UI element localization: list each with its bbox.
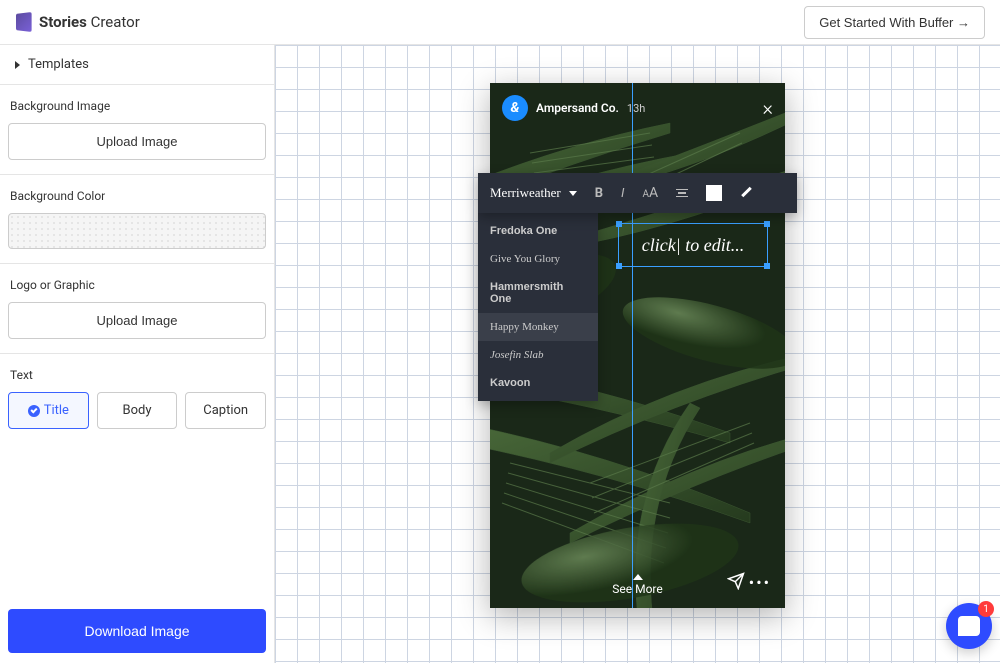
canvas-area[interactable]: & Ampersand Co. 13h × Merriweather B I A… <box>275 45 1000 663</box>
templates-label: Templates <box>28 57 89 72</box>
edit-placeholder: click| to edit... <box>642 235 744 256</box>
sidebar: Templates Background Image Upload Image … <box>0 45 275 663</box>
font-option[interactable]: Give You Glory <box>478 245 598 273</box>
download-image-button[interactable]: Download Image <box>8 609 266 653</box>
story-preview[interactable]: & Ampersand Co. 13h × Merriweather B I A… <box>490 83 785 608</box>
text-title-label: Title <box>44 403 69 418</box>
app-header: Stories Creator Get Started With Buffer … <box>0 0 1000 45</box>
get-started-button[interactable]: Get Started With Buffer → <box>804 6 985 39</box>
avatar: & <box>502 95 528 121</box>
italic-button[interactable]: I <box>621 186 624 201</box>
see-more-button[interactable]: See More <box>612 574 662 596</box>
font-size-button[interactable]: AA <box>642 185 658 201</box>
font-option[interactable]: Josefin Slab <box>478 341 598 369</box>
text-title-chip[interactable]: Title <box>8 392 89 429</box>
logo-text: Stories Creator <box>39 13 140 31</box>
upload-bg-image-button[interactable]: Upload Image <box>8 123 266 160</box>
font-option[interactable]: Happy Monkey <box>478 313 598 341</box>
chevron-down-icon <box>569 191 577 196</box>
background-color-section: Background Color <box>0 175 274 264</box>
logo-icon <box>16 12 32 32</box>
font-selector[interactable]: Merriweather <box>490 185 577 201</box>
text-caption-label: Caption <box>203 403 248 418</box>
logo-light: Creator <box>91 13 140 31</box>
account-name: Ampersand Co. <box>536 101 619 115</box>
close-icon[interactable]: × <box>763 96 773 120</box>
text-color-button[interactable] <box>706 185 722 201</box>
bg-color-label: Background Color <box>8 189 266 203</box>
resize-handle[interactable] <box>616 263 622 269</box>
bg-color-picker[interactable] <box>8 213 266 249</box>
chat-widget[interactable]: 1 <box>946 603 992 649</box>
font-option[interactable]: Fredoka One <box>478 217 598 245</box>
chevron-right-icon <box>15 61 20 69</box>
font-option[interactable]: Kavoon <box>478 369 598 397</box>
story-header: & Ampersand Co. 13h × <box>490 83 785 133</box>
pencil-icon[interactable] <box>740 186 754 200</box>
logo-strong: Stories <box>39 13 87 31</box>
logo-section: Logo or Graphic Upload Image <box>0 264 274 354</box>
chat-bubble-icon <box>958 616 980 636</box>
logo-label: Logo or Graphic <box>8 278 266 292</box>
bg-image-label: Background Image <box>8 99 266 113</box>
bold-button[interactable]: B <box>595 186 603 201</box>
text-section: Text Title Body Caption <box>0 354 274 443</box>
background-image-section: Background Image Upload Image <box>0 85 274 175</box>
font-option[interactable]: Hammersmith One <box>478 273 598 313</box>
story-time: 13h <box>627 102 645 115</box>
templates-toggle[interactable]: Templates <box>0 45 274 85</box>
check-icon <box>28 405 40 417</box>
chevron-up-icon <box>633 574 643 580</box>
text-body-chip[interactable]: Body <box>97 392 178 429</box>
text-caption-chip[interactable]: Caption <box>185 392 266 429</box>
font-selected-label: Merriweather <box>490 185 561 201</box>
font-dropdown: Fredoka One Give You Glory Hammersmith O… <box>478 213 598 401</box>
resize-handle[interactable] <box>764 263 770 269</box>
alignment-guide <box>632 83 633 608</box>
text-edit-box[interactable]: click| to edit... <box>618 223 768 267</box>
text-body-label: Body <box>123 403 152 418</box>
text-label: Text <box>8 368 266 382</box>
see-more-label: See More <box>612 582 662 596</box>
align-button[interactable] <box>676 189 688 198</box>
resize-handle[interactable] <box>764 221 770 227</box>
story-footer: See More <box>490 574 785 596</box>
chat-badge: 1 <box>978 601 994 617</box>
text-toolbar: Merriweather B I AA <box>478 173 797 213</box>
logo: Stories Creator <box>15 13 140 31</box>
resize-handle[interactable] <box>616 221 622 227</box>
upload-logo-button[interactable]: Upload Image <box>8 302 266 339</box>
